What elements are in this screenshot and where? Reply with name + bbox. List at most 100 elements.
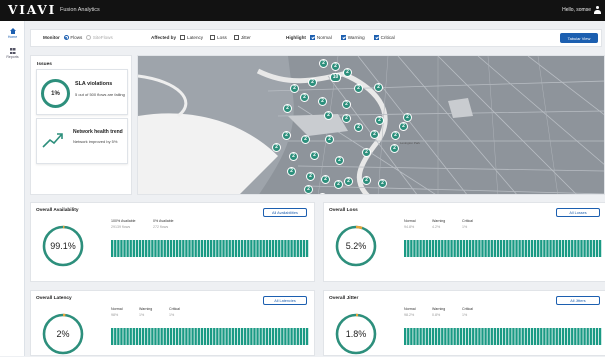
bar[interactable]: [117, 328, 120, 345]
bar[interactable]: [428, 328, 432, 345]
bar[interactable]: [444, 328, 447, 345]
bar[interactable]: [515, 328, 518, 345]
map-marker[interactable]: 2: [342, 114, 351, 123]
bar[interactable]: [200, 240, 204, 257]
bar[interactable]: [512, 240, 515, 257]
bar[interactable]: [555, 240, 558, 257]
bar[interactable]: [459, 240, 463, 257]
all-jitters-button[interactable]: All Jitters: [556, 296, 600, 305]
bar[interactable]: [213, 328, 216, 345]
bar[interactable]: [182, 240, 185, 257]
bar[interactable]: [188, 328, 191, 345]
map-marker[interactable]: 2: [399, 122, 408, 131]
map-marker[interactable]: 2: [335, 156, 344, 165]
bar[interactable]: [191, 328, 194, 345]
bar[interactable]: [203, 240, 207, 257]
bar[interactable]: [422, 328, 425, 345]
bar[interactable]: [197, 240, 200, 257]
map-marker[interactable]: 2: [378, 179, 387, 188]
map-marker[interactable]: 2: [325, 135, 334, 144]
bar[interactable]: [228, 240, 231, 257]
map-marker[interactable]: 2: [334, 180, 343, 189]
bar[interactable]: [231, 328, 234, 345]
bar[interactable]: [284, 240, 287, 257]
bar[interactable]: [210, 328, 213, 345]
bar[interactable]: [431, 328, 435, 345]
bar[interactable]: [154, 240, 157, 257]
bar[interactable]: [428, 240, 432, 257]
bar[interactable]: [571, 240, 574, 257]
tabular-view-button[interactable]: Tabular View: [560, 33, 598, 43]
bar[interactable]: [561, 240, 565, 257]
bar[interactable]: [589, 240, 592, 257]
bar[interactable]: [141, 240, 145, 257]
bar[interactable]: [527, 328, 531, 345]
bar[interactable]: [407, 240, 410, 257]
bar[interactable]: [237, 328, 241, 345]
bar[interactable]: [518, 328, 521, 345]
bar[interactable]: [197, 328, 200, 345]
bar[interactable]: [166, 328, 170, 345]
bar[interactable]: [182, 328, 185, 345]
bar[interactable]: [447, 240, 450, 257]
bar[interactable]: [540, 328, 543, 345]
map-marker[interactable]: 2: [331, 62, 340, 71]
bar[interactable]: [499, 240, 503, 257]
bar[interactable]: [475, 328, 478, 345]
bar[interactable]: [166, 240, 170, 257]
bar[interactable]: [293, 240, 296, 257]
bar[interactable]: [410, 240, 413, 257]
bar[interactable]: [274, 240, 278, 257]
checkbox-jitter[interactable]: [233, 35, 239, 40]
bar[interactable]: [462, 240, 466, 257]
bar[interactable]: [290, 240, 293, 257]
bar[interactable]: [434, 328, 438, 345]
bar[interactable]: [132, 240, 135, 257]
bar[interactable]: [179, 328, 182, 345]
bar[interactable]: [222, 240, 225, 257]
bar[interactable]: [567, 328, 571, 345]
bar[interactable]: [515, 240, 518, 257]
bar[interactable]: [468, 328, 472, 345]
map-marker[interactable]: 2: [300, 93, 309, 102]
flow-map[interactable]: 222102222222222222222222222222222222222 …: [137, 55, 605, 195]
bar[interactable]: [475, 240, 478, 257]
map-marker[interactable]: 2: [282, 131, 291, 140]
bar[interactable]: [450, 328, 453, 345]
bar[interactable]: [114, 240, 117, 257]
bar[interactable]: [219, 328, 222, 345]
bar[interactable]: [271, 328, 275, 345]
bar[interactable]: [571, 328, 574, 345]
bar[interactable]: [135, 328, 139, 345]
bar[interactable]: [524, 328, 527, 345]
bar[interactable]: [290, 328, 293, 345]
bar[interactable]: [145, 240, 148, 257]
bar[interactable]: [564, 328, 568, 345]
bar[interactable]: [555, 328, 558, 345]
all-latencies-button[interactable]: All Latencies: [263, 296, 307, 305]
bar[interactable]: [509, 240, 512, 257]
nav-item-reports[interactable]: Reports: [0, 48, 25, 59]
bar[interactable]: [586, 240, 589, 257]
bar[interactable]: [465, 328, 469, 345]
bar[interactable]: [210, 240, 213, 257]
bar[interactable]: [434, 240, 438, 257]
bar[interactable]: [410, 328, 413, 345]
bar[interactable]: [219, 240, 222, 257]
bar[interactable]: [135, 240, 139, 257]
bar[interactable]: [546, 328, 549, 345]
bar[interactable]: [438, 328, 441, 345]
checkbox-critical[interactable]: [373, 35, 379, 40]
bar[interactable]: [126, 240, 129, 257]
all-losses-button[interactable]: All Losses: [556, 208, 600, 217]
bar[interactable]: [407, 328, 410, 345]
bar[interactable]: [268, 240, 272, 257]
bar[interactable]: [413, 328, 416, 345]
bar[interactable]: [413, 240, 416, 257]
bar[interactable]: [567, 240, 571, 257]
bar[interactable]: [284, 328, 287, 345]
map-marker[interactable]: 2: [362, 176, 371, 185]
bar[interactable]: [216, 328, 219, 345]
bar[interactable]: [234, 328, 238, 345]
map-marker[interactable]: 2: [289, 152, 298, 161]
